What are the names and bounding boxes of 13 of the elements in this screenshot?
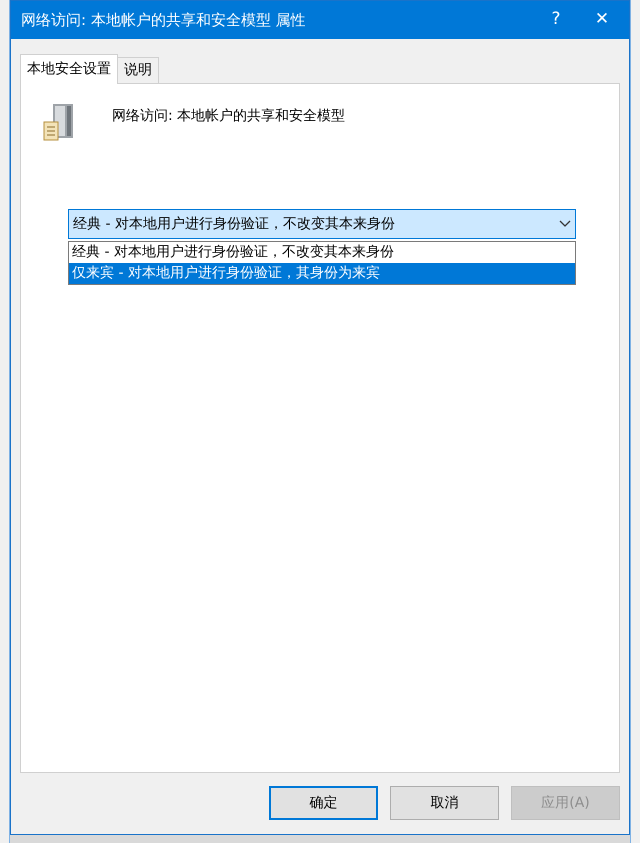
policy-title: 网络访问: 本地帐户的共享和安全模型 [112,107,346,126]
tab[interactable]: 说明 [118,57,159,83]
dropdown-option[interactable]: 仅来宾 - 对本地用户进行身份验证，其身份为来宾 [69,263,575,284]
help-button[interactable]: ? [533,1,579,39]
chevron-down-icon [559,220,571,228]
combobox[interactable]: 经典 - 对本地用户进行身份验证，不改变其本来身份 [68,209,576,239]
dialog-button[interactable]: 取消 [390,786,499,820]
tab[interactable]: 本地安全设置 [20,54,118,84]
dialog-button[interactable]: 确定 [269,786,378,820]
close-button[interactable]: ✕ [579,1,625,39]
combobox-value: 经典 - 对本地用户进行身份验证，不改变其本来身份 [73,214,396,234]
dropdown-option[interactable]: 经典 - 对本地用户进行身份验证，不改变其本来身份 [69,242,575,263]
window-title: 网络访问: 本地帐户的共享和安全模型 属性 [21,10,307,31]
